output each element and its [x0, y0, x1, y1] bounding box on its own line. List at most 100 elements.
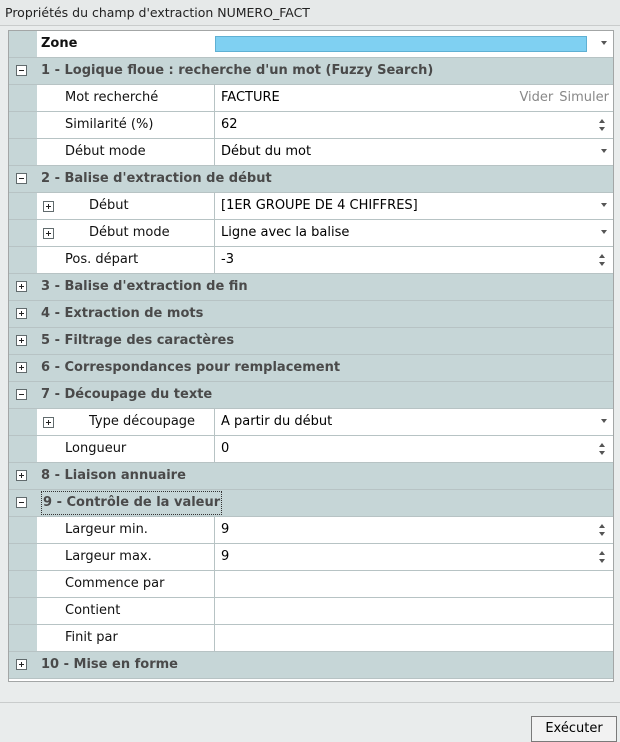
spinner-icon[interactable] — [599, 443, 606, 455]
prop-row-contient[interactable]: Contient — [9, 598, 613, 625]
row-gutter — [9, 517, 37, 543]
clear-link[interactable]: Vider — [519, 90, 553, 105]
expand-icon[interactable] — [16, 281, 27, 292]
row-gutter — [9, 409, 37, 435]
prop-row-largeur-max[interactable]: Largeur max. 9 — [9, 544, 613, 571]
section-header-balise-debut[interactable]: 2 - Balise d'extraction de début — [9, 166, 613, 193]
prop-value[interactable]: -3 — [215, 247, 613, 273]
section-label: 10 - Mise en forme — [41, 657, 178, 672]
execute-button[interactable]: Exécuter — [531, 716, 617, 742]
prop-name: Commence par — [37, 571, 215, 597]
section-label: 4 - Extraction de mots — [41, 306, 204, 321]
section-label: 2 - Balise d'extraction de début — [41, 171, 272, 186]
zone-label: Zone — [41, 36, 78, 51]
collapse-icon[interactable] — [16, 173, 27, 184]
expand-icon[interactable] — [16, 335, 27, 346]
row-gutter — [9, 220, 37, 246]
section-header-balise-fin[interactable]: 3 - Balise d'extraction de fin — [9, 274, 613, 301]
prop-value[interactable] — [215, 598, 613, 624]
row-gutter — [9, 85, 37, 111]
zone-color-swatch[interactable] — [215, 36, 587, 52]
prop-name: Pos. départ — [37, 247, 215, 273]
simulate-link[interactable]: Simuler — [559, 90, 609, 105]
prop-value[interactable]: Début du mot — [215, 139, 613, 165]
prop-row-debut[interactable]: Début [1ER GROUPE DE 4 CHIFFRES] — [9, 193, 613, 220]
prop-value[interactable]: 9 — [215, 517, 613, 543]
row-gutter — [9, 247, 37, 273]
zone-row[interactable]: Zone — [9, 31, 613, 58]
expand-icon[interactable] — [16, 659, 27, 670]
prop-name: Début mode — [37, 139, 215, 165]
prop-value[interactable]: Ligne avec la balise — [215, 220, 613, 246]
property-grid: Zone 1 - Logique floue : recherche d'un … — [8, 30, 614, 682]
prop-value[interactable]: A partir du début — [215, 409, 613, 435]
section-label: 7 - Découpage du texte — [41, 387, 213, 402]
prop-name: Contient — [37, 598, 215, 624]
section-label: 5 - Filtrage des caractères — [41, 333, 235, 348]
spinner-icon[interactable] — [599, 254, 606, 266]
spinner-icon[interactable] — [599, 524, 606, 536]
prop-row-finit-par[interactable]: Finit par — [9, 625, 613, 652]
prop-name: Largeur min. — [37, 517, 215, 543]
expand-icon[interactable] — [16, 470, 27, 481]
prop-row-debut-mode[interactable]: Début mode Début du mot — [9, 139, 613, 166]
prop-row-debut-mode-2[interactable]: Début mode Ligne avec la balise — [9, 220, 613, 247]
prop-value[interactable]: [1ER GROUPE DE 4 CHIFFRES] — [215, 193, 613, 219]
section-label: 1 - Logique floue : recherche d'un mot (… — [41, 63, 434, 78]
section-header-correspondances[interactable]: 6 - Correspondances pour remplacement — [9, 355, 613, 382]
window-title: Propriétés du champ d'extraction NUMERO_… — [0, 0, 620, 26]
row-gutter — [9, 436, 37, 462]
chevron-down-icon[interactable] — [601, 203, 607, 207]
section-label: 6 - Correspondances pour remplacement — [41, 360, 341, 375]
prop-actions: Vider Simuler — [513, 85, 609, 111]
spinner-icon[interactable] — [599, 119, 606, 131]
section-header-extraction-mots[interactable]: 4 - Extraction de mots — [9, 301, 613, 328]
prop-name: Largeur max. — [37, 544, 215, 570]
row-gutter — [9, 544, 37, 570]
prop-value[interactable] — [215, 625, 613, 651]
prop-value[interactable] — [215, 571, 613, 597]
row-gutter — [9, 193, 37, 219]
section-header-filtrage[interactable]: 5 - Filtrage des caractères — [9, 328, 613, 355]
prop-row-longueur[interactable]: Longueur 0 — [9, 436, 613, 463]
chevron-down-icon[interactable] — [601, 230, 607, 234]
prop-row-commence-par[interactable]: Commence par — [9, 571, 613, 598]
expand-icon[interactable] — [16, 362, 27, 373]
prop-name: Similarité (%) — [37, 112, 215, 138]
chevron-down-icon[interactable] — [601, 419, 607, 423]
prop-name: Début — [37, 193, 215, 219]
section-label: 8 - Liaison annuaire — [41, 468, 186, 483]
prop-row-largeur-min[interactable]: Largeur min. 9 — [9, 517, 613, 544]
section-label: 3 - Balise d'extraction de fin — [41, 279, 248, 294]
prop-name: Longueur — [37, 436, 215, 462]
section-label: 9 - Contrôle de la valeur — [41, 491, 223, 515]
chevron-down-icon[interactable] — [601, 149, 607, 153]
collapse-icon[interactable] — [16, 65, 27, 76]
prop-row-type-decoupage[interactable]: Type découpage A partir du début — [9, 409, 613, 436]
prop-row-mot-recherche[interactable]: Mot recherché FACTURE Vider Simuler — [9, 85, 613, 112]
footer-divider — [0, 702, 620, 703]
prop-value[interactable]: 62 — [215, 112, 613, 138]
prop-value[interactable]: 0 — [215, 436, 613, 462]
row-gutter — [9, 625, 37, 651]
spinner-icon[interactable] — [599, 551, 606, 563]
prop-row-pos-depart[interactable]: Pos. départ -3 — [9, 247, 613, 274]
section-header-controle-valeur[interactable]: 9 - Contrôle de la valeur — [9, 490, 613, 517]
collapse-icon[interactable] — [16, 497, 27, 508]
row-gutter — [9, 571, 37, 597]
prop-name: Type découpage — [37, 409, 215, 435]
section-header-decoupage[interactable]: 7 - Découpage du texte — [9, 382, 613, 409]
prop-name: Début mode — [37, 220, 215, 246]
prop-name: Mot recherché — [37, 85, 215, 111]
section-header-fuzzy-search[interactable]: 1 - Logique floue : recherche d'un mot (… — [9, 58, 613, 85]
section-header-mise-en-forme[interactable]: 10 - Mise en forme — [9, 652, 613, 679]
chevron-down-icon[interactable] — [601, 41, 607, 45]
prop-name: Finit par — [37, 625, 215, 651]
expand-icon[interactable] — [16, 308, 27, 319]
collapse-icon[interactable] — [16, 389, 27, 400]
row-gutter — [9, 139, 37, 165]
prop-row-similarite[interactable]: Similarité (%) 62 — [9, 112, 613, 139]
prop-value[interactable]: 9 — [215, 544, 613, 570]
section-header-liaison-annuaire[interactable]: 8 - Liaison annuaire — [9, 463, 613, 490]
row-gutter — [9, 112, 37, 138]
